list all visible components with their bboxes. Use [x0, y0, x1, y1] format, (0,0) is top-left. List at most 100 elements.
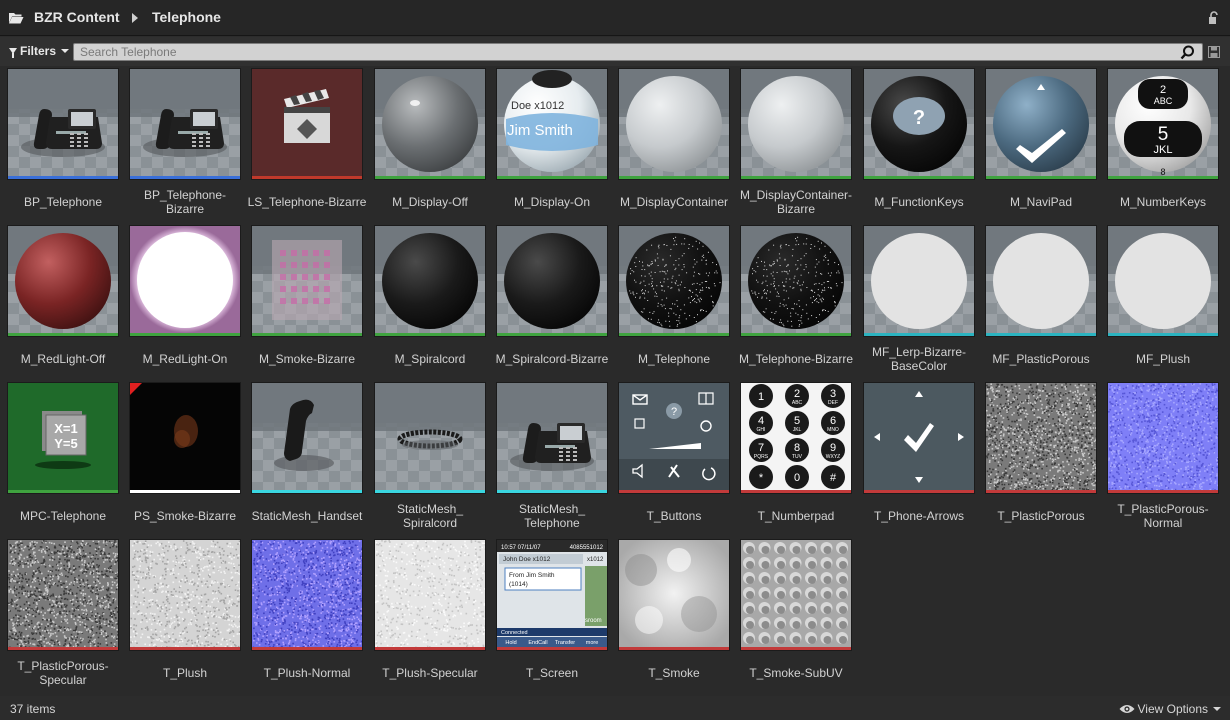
svg-text:WXYZ: WXYZ — [826, 454, 840, 460]
asset-type-stripe — [252, 176, 362, 179]
svg-text:0: 0 — [794, 472, 800, 484]
asset-preview-image — [375, 226, 485, 333]
asset-thumbnail — [251, 382, 363, 494]
asset-type-stripe — [1108, 176, 1218, 179]
asset-label-line: M_DisplayContainer- — [739, 188, 853, 202]
asset-label-line: Spiralcord — [402, 516, 458, 530]
asset-preview-image — [619, 69, 729, 176]
asset-preview-image — [986, 69, 1096, 176]
search-icon[interactable] — [1180, 45, 1195, 60]
view-options-label: View Options — [1137, 702, 1208, 716]
asset-label-line: M_Telephone — [637, 352, 711, 366]
asset-preview-image — [741, 226, 851, 333]
filter-bar: Filters — [0, 37, 1230, 66]
asset-type-stripe — [375, 176, 485, 179]
lock-icon[interactable] — [1208, 11, 1220, 25]
asset-preview-image: 10:57 07/11/07 4085551012 John Doe x1012… — [497, 540, 607, 647]
search-input[interactable] — [73, 43, 1203, 61]
asset-thumbnail: 10:57 07/11/07 4085551012 John Doe x1012… — [496, 539, 608, 651]
asset-thumbnail: 1 2 ABC 3 DEF 4 GHI 5 JKL 6 MNO 7 PQRS 8… — [740, 382, 852, 494]
asset-label: BP_Telephone- Bizarre — [123, 188, 247, 216]
view-options-button[interactable]: View Options — [1119, 702, 1221, 716]
svg-text:2: 2 — [1160, 84, 1166, 96]
asset-label: T_Plush-Specular — [368, 666, 492, 680]
asset-preview-image — [8, 226, 118, 333]
asset-preview-image — [130, 69, 240, 176]
svg-text:?: ? — [671, 406, 677, 418]
save-search-icon[interactable] — [1208, 46, 1220, 58]
asset-label: M_RedLight-Off — [1, 352, 125, 366]
asset-thumbnail — [618, 225, 730, 337]
asset-label-line: T_Numberpad — [757, 509, 835, 523]
asset-thumbnail — [7, 225, 119, 337]
asset-preview-image — [497, 383, 607, 490]
asset-label-line: T_Phone-Arrows — [873, 509, 965, 523]
asset-label-line: MF_Lerp-Bizarre- — [871, 345, 967, 359]
asset-preview-image: 1 2 ABC 3 DEF 4 GHI 5 JKL 6 MNO 7 PQRS 8… — [741, 383, 851, 490]
asset-type-stripe — [619, 647, 729, 650]
asset-type-stripe — [8, 490, 118, 493]
asset-label: BP_Telephone — [1, 195, 125, 209]
asset-thumbnail — [129, 382, 241, 494]
asset-type-stripe — [497, 333, 607, 336]
asset-label: MPC-Telephone — [1, 509, 125, 523]
asset-type-stripe — [130, 333, 240, 336]
asset-label-line: T_PlasticPorous- — [17, 659, 109, 673]
asset-label-line: T_Smoke — [648, 666, 700, 680]
asset-label: PS_Smoke-Bizarre — [123, 509, 247, 523]
asset-label: M_Spiralcord-Bizarre — [490, 352, 614, 366]
asset-type-stripe — [252, 333, 362, 336]
asset-label-line: M_Smoke-Bizarre — [258, 352, 356, 366]
asset-label-line: M_Display-On — [513, 195, 591, 209]
asset-type-stripe — [497, 490, 607, 493]
asset-preview-image — [375, 540, 485, 647]
svg-text:JKL: JKL — [793, 427, 802, 433]
asset-thumbnail — [863, 225, 975, 337]
asset-label: M_NaviPad — [979, 195, 1103, 209]
asset-thumbnail — [985, 68, 1097, 180]
asset-label-line: BaseColor — [890, 359, 948, 373]
asset-label: T_Numberpad — [734, 509, 858, 523]
asset-type-stripe — [741, 333, 851, 336]
asset-preview-image — [864, 383, 974, 490]
asset-preview-image: X=1 Y=5 — [8, 383, 118, 490]
breadcrumb-current[interactable]: Telephone — [152, 9, 221, 25]
asset-label: LS_Telephone-Bizarre — [245, 195, 369, 209]
filters-button[interactable]: Filters — [5, 42, 73, 60]
asset-preview-image — [252, 226, 362, 333]
svg-text:X=1: X=1 — [54, 421, 78, 436]
svg-text:DEF: DEF — [828, 400, 838, 406]
asset-thumbnail — [985, 382, 1097, 494]
eye-icon — [1119, 705, 1135, 713]
asset-label: M_RedLight-On — [123, 352, 247, 366]
asset-thumbnail — [740, 539, 852, 651]
asset-label-line: T_PlasticPorous- — [1117, 502, 1209, 516]
asset-type-stripe — [1108, 333, 1218, 336]
asset-type-stripe — [864, 490, 974, 493]
asset-preview-image — [130, 383, 240, 490]
asset-type-stripe — [130, 176, 240, 179]
asset-thumbnail — [129, 539, 241, 651]
asset-type-stripe — [619, 333, 729, 336]
asset-label: MF_Lerp-Bizarre- BaseColor — [857, 345, 981, 373]
asset-thumbnail — [374, 539, 486, 651]
folder-open-icon[interactable] — [8, 11, 24, 24]
asset-label-line: BP_Telephone- — [143, 188, 227, 202]
asset-label-line: LS_Telephone-Bizarre — [247, 195, 367, 209]
asset-type-stripe — [497, 176, 607, 179]
svg-text:?: ? — [913, 107, 925, 129]
svg-text:4: 4 — [758, 415, 764, 427]
svg-text:MNO: MNO — [827, 427, 839, 433]
asset-label-line: M_Display-Off — [392, 195, 468, 209]
breadcrumb-root[interactable]: BZR Content — [34, 9, 120, 25]
asset-type-stripe — [619, 176, 729, 179]
breadcrumb-separator-icon[interactable] — [132, 13, 138, 23]
asset-label-line: M_Spiralcord-Bizarre — [495, 352, 609, 366]
asset-preview-image — [619, 226, 729, 333]
asset-thumbnail — [863, 382, 975, 494]
asset-preview-image — [8, 69, 118, 176]
filters-label: Filters — [20, 44, 57, 58]
asset-label-line: T_Smoke-SubUV — [749, 666, 843, 680]
asset-label-line: Specular — [39, 673, 87, 687]
asset-label-line: M_FunctionKeys — [874, 195, 964, 209]
